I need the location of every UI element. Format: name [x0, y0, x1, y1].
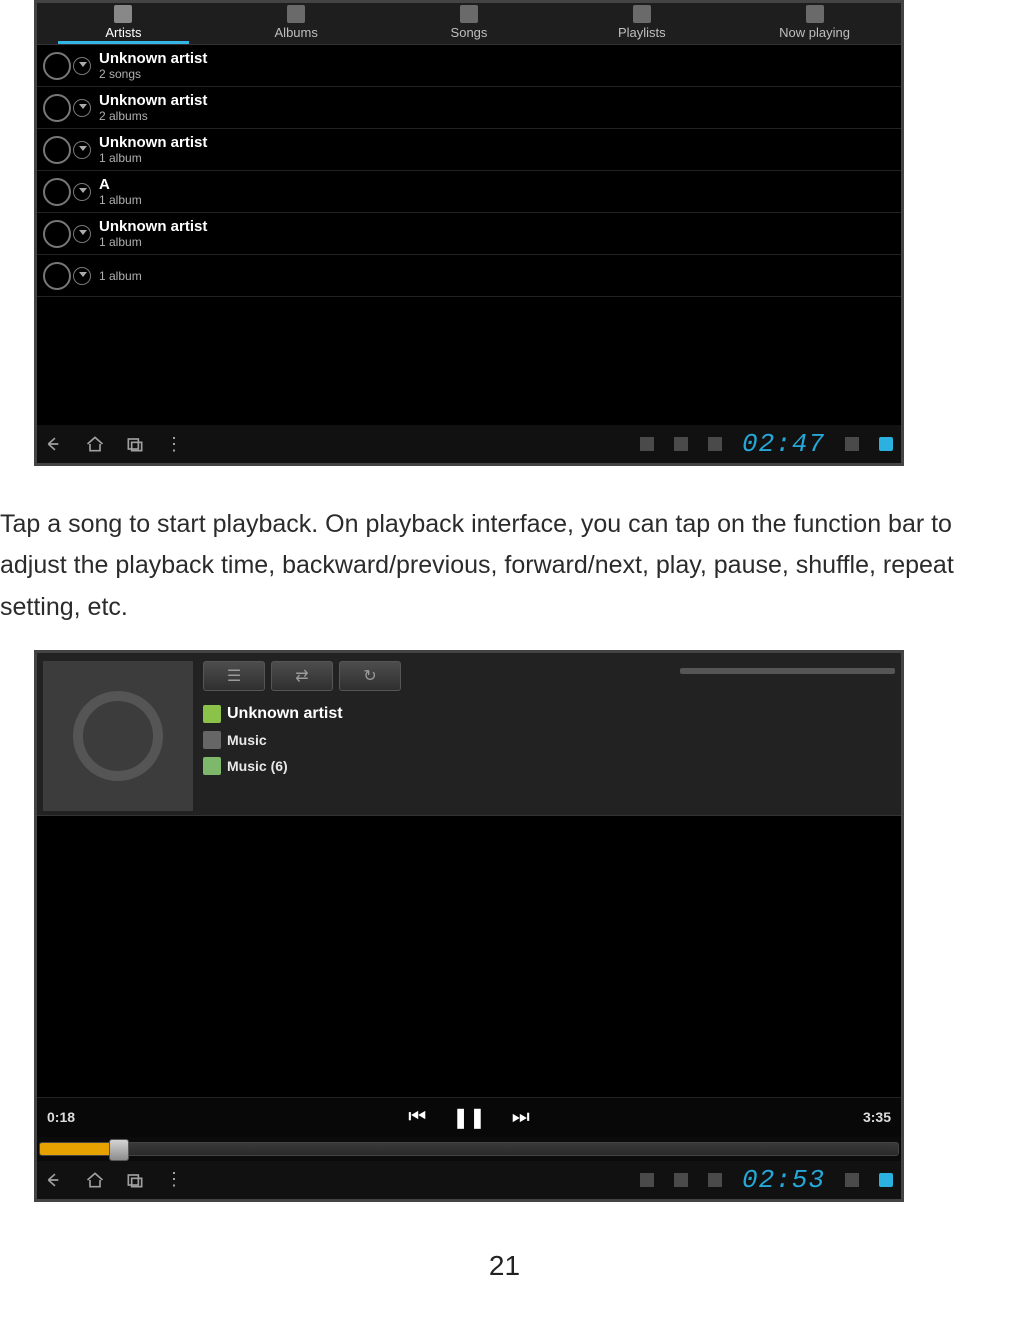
artist-row[interactable]: Unknown artist 1 album — [37, 213, 901, 255]
usb-icon — [674, 1173, 688, 1187]
tab-songs[interactable]: Songs — [383, 5, 556, 44]
now-playing-empty-area — [37, 816, 901, 1097]
menu-icon[interactable]: ⋮ — [165, 1169, 183, 1190]
track-badge-icon — [203, 757, 221, 775]
artist-sub: 1 album — [99, 269, 142, 283]
disc-icon — [287, 5, 305, 23]
artist-sub: 1 album — [99, 235, 207, 249]
now-playing-track-row[interactable]: Music (6) — [203, 757, 895, 775]
repeat-button[interactable]: ↻ — [339, 661, 401, 691]
list-icon — [633, 5, 651, 23]
now-playing-icon — [806, 5, 824, 23]
now-playing-artist: Unknown artist — [227, 705, 343, 723]
tab-label: Songs — [451, 25, 488, 40]
artist-row[interactable]: A 1 album — [37, 171, 901, 213]
previous-button[interactable]: ⏮ — [408, 1106, 426, 1129]
disc-icon — [43, 136, 71, 164]
page-number: 21 — [0, 1250, 1009, 1282]
album-badge-icon — [203, 731, 221, 749]
recent-apps-icon[interactable] — [125, 434, 145, 454]
note-icon — [460, 5, 478, 23]
queue-button[interactable]: ☰ — [203, 661, 265, 691]
artist-name: A — [99, 176, 142, 193]
tab-artists[interactable]: Artists — [37, 5, 210, 44]
artist-list: Unknown artist 2 songs Unknown artist 2 … — [37, 45, 901, 425]
expand-icon[interactable] — [73, 267, 91, 285]
recent-apps-icon[interactable] — [125, 1170, 145, 1190]
now-playing-header: ☰ ⇄ ↻ Unknown artist Music M — [37, 653, 901, 816]
debug-icon — [708, 437, 722, 451]
progress-fill — [40, 1143, 112, 1155]
artist-name: Unknown artist — [99, 92, 207, 109]
disc-icon — [73, 691, 163, 781]
now-playing-album-row[interactable]: Music — [203, 731, 895, 749]
tab-playlists[interactable]: Playlists — [555, 5, 728, 44]
playback-control-bar: 0:18 ⏮ ❚❚ ⏭ 3:35 — [37, 1097, 901, 1137]
scroll-thumb[interactable] — [680, 668, 895, 674]
debug-icon — [708, 1173, 722, 1187]
album-art — [43, 661, 193, 811]
artist-badge-icon — [203, 705, 221, 723]
artist-name: Unknown artist — [99, 218, 207, 235]
tab-now-playing[interactable]: Now playing — [728, 5, 901, 44]
tab-label: Now playing — [779, 25, 850, 40]
next-button[interactable]: ⏭ — [512, 1106, 530, 1129]
disc-icon — [43, 178, 71, 206]
clock: 02:47 — [742, 429, 825, 459]
shuffle-button[interactable]: ⇄ — [271, 661, 333, 691]
back-icon[interactable] — [45, 434, 65, 454]
screenshot-artists-list: Artists Albums Songs Playlists Now playi… — [34, 0, 904, 466]
battery-icon — [879, 1173, 893, 1187]
instruction-text: Tap a song to start playback. On playbac… — [0, 504, 1009, 628]
music-tab-bar: Artists Albums Songs Playlists Now playi… — [37, 3, 901, 45]
artist-row[interactable]: Unknown artist 1 album — [37, 129, 901, 171]
disc-icon — [43, 262, 71, 290]
artist-name: Unknown artist — [99, 50, 207, 67]
artist-sub: 2 albums — [99, 109, 207, 123]
now-playing-artist-row[interactable]: Unknown artist — [203, 705, 895, 723]
expand-icon[interactable] — [73, 141, 91, 159]
play-status-icon — [640, 1173, 654, 1187]
time-elapsed: 0:18 — [47, 1109, 75, 1125]
menu-icon[interactable]: ⋮ — [165, 434, 183, 455]
progress-thumb[interactable] — [109, 1139, 129, 1161]
wifi-icon — [845, 1173, 859, 1187]
disc-icon — [43, 52, 71, 80]
artist-sub: 2 songs — [99, 67, 207, 81]
expand-icon[interactable] — [73, 183, 91, 201]
system-nav-bar: ⋮ 02:53 — [37, 1161, 901, 1199]
home-icon[interactable] — [85, 434, 105, 454]
clock: 02:53 — [742, 1165, 825, 1195]
tab-label: Albums — [275, 25, 318, 40]
artist-name: Unknown artist — [99, 134, 207, 151]
system-nav-bar: ⋮ 02:47 — [37, 425, 901, 463]
now-playing-album: Music — [227, 732, 267, 748]
expand-icon[interactable] — [73, 57, 91, 75]
artist-row[interactable]: 1 album — [37, 255, 901, 297]
time-total: 3:35 — [863, 1109, 891, 1125]
screenshot-now-playing: ☰ ⇄ ↻ Unknown artist Music M — [34, 650, 904, 1202]
tab-label: Playlists — [618, 25, 666, 40]
tab-label: Artists — [105, 25, 141, 40]
pause-button[interactable]: ❚❚ — [452, 1105, 486, 1130]
disc-icon — [43, 94, 71, 122]
now-playing-track: Music (6) — [227, 758, 288, 774]
expand-icon[interactable] — [73, 99, 91, 117]
artist-row[interactable]: Unknown artist 2 albums — [37, 87, 901, 129]
usb-icon — [674, 437, 688, 451]
artist-row[interactable]: Unknown artist 2 songs — [37, 45, 901, 87]
tab-albums[interactable]: Albums — [210, 5, 383, 44]
expand-icon[interactable] — [73, 225, 91, 243]
play-status-icon — [640, 437, 654, 451]
microphone-icon — [114, 5, 132, 23]
battery-icon — [879, 437, 893, 451]
playback-option-bar: ☰ ⇄ ↻ — [203, 661, 895, 691]
artist-sub: 1 album — [99, 193, 142, 207]
progress-bar[interactable] — [37, 1137, 901, 1161]
disc-icon — [43, 220, 71, 248]
artist-sub: 1 album — [99, 151, 207, 165]
home-icon[interactable] — [85, 1170, 105, 1190]
wifi-icon — [845, 437, 859, 451]
back-icon[interactable] — [45, 1170, 65, 1190]
